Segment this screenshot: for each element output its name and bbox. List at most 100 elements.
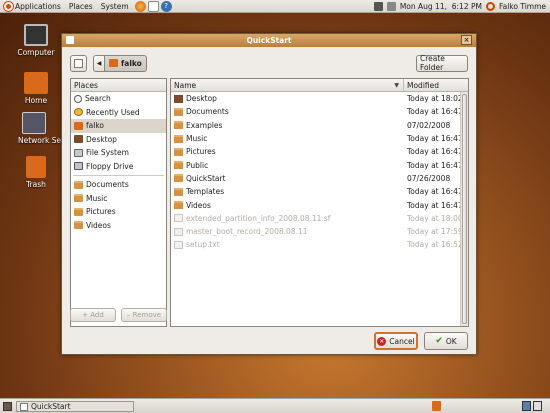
file-row[interactable]: Desktop Today at 18:02 <box>171 92 468 105</box>
column-header-modified[interactable]: Modified <box>404 81 439 90</box>
file-row[interactable]: Documents Today at 16:47 <box>171 105 468 118</box>
system-tray: Mon Aug 11, 6:12 PM Falko Timme <box>373 1 550 11</box>
trash-applet-icon[interactable] <box>432 401 441 411</box>
file-row[interactable]: extended_partition_info_2008.08.11.sf Tod… <box>171 212 468 225</box>
file-name: Videos <box>171 201 404 210</box>
file-modified: 07/26/2008 <box>407 173 451 183</box>
create-folder-button[interactable]: Create Folder <box>416 54 468 72</box>
file-list-pane: Name ▼ Modified Desktop Today at 18:02 Doc… <box>170 78 469 327</box>
place-floppy-drive[interactable]: Floppy Drive <box>71 160 166 174</box>
file-modified: Today at 18:00 <box>407 213 463 223</box>
file-row[interactable]: Templates Today at 16:47 <box>171 185 468 198</box>
path-scroll-left-button[interactable]: ◀ <box>93 54 105 72</box>
folder-icon <box>174 201 183 210</box>
home-icon <box>109 59 118 67</box>
folder-icon <box>74 180 83 189</box>
file-row[interactable]: QuickStart 07/26/2008 <box>171 172 468 185</box>
desktop-icon-computer[interactable]: Computer <box>14 24 58 57</box>
file-row[interactable]: Pictures Today at 16:47 <box>171 145 468 158</box>
file-modified: Today at 16:47 <box>407 147 463 157</box>
file-row[interactable]: Public Today at 16:47 <box>171 158 468 171</box>
file-name: Pictures <box>171 147 404 156</box>
system-menu[interactable]: System <box>97 2 133 11</box>
file-modified: Today at 16:47 <box>407 107 463 117</box>
file-modified: Today at 17:59 <box>407 227 463 237</box>
add-bookmark-button[interactable]: + Add <box>70 308 116 322</box>
dialog-titlebar[interactable]: QuickStart × <box>62 34 476 47</box>
document-icon <box>174 240 183 249</box>
folder-icon <box>74 194 83 203</box>
scrollbar-thumb[interactable] <box>462 94 467 324</box>
show-desktop-icon[interactable] <box>3 402 12 411</box>
workspace-2[interactable] <box>533 401 542 411</box>
places-separator <box>73 175 164 176</box>
bookmark-item[interactable]: Documents <box>71 178 166 192</box>
file-modified: Today at 16:47 <box>407 134 463 144</box>
column-header-name[interactable]: Name ▼ <box>171 79 404 91</box>
folder-icon <box>174 107 183 116</box>
mail-icon[interactable] <box>147 0 159 12</box>
floppy-icon <box>74 162 83 171</box>
file-row[interactable]: Examples 07/02/2008 <box>171 119 468 132</box>
dialog-buttons: ✕ Cancel ✔ OK <box>374 332 468 350</box>
desktop-icon <box>174 94 183 103</box>
workspace-1[interactable] <box>522 401 531 411</box>
cancel-icon: ✕ <box>377 336 387 346</box>
desktop-icon-home[interactable]: Home <box>14 72 58 105</box>
type-location-button[interactable] <box>70 54 87 72</box>
search-icon <box>74 94 82 103</box>
cancel-button[interactable]: ✕ Cancel <box>374 332 418 350</box>
folder-icon <box>174 121 183 130</box>
file-rows: Desktop Today at 18:02 Documents Today at 1… <box>171 92 468 252</box>
folder-icon <box>74 207 83 216</box>
file-modified: 07/02/2008 <box>407 120 451 130</box>
recent-icon <box>74 108 83 117</box>
place-desktop[interactable]: Desktop <box>71 133 166 147</box>
firefox-icon[interactable] <box>134 0 146 12</box>
place-home[interactable]: falko <box>71 119 166 133</box>
file-row[interactable]: Music Today at 16:47 <box>171 132 468 145</box>
network-status-icon[interactable] <box>373 1 383 11</box>
close-button[interactable]: × <box>461 35 472 45</box>
file-name: Templates <box>171 187 404 196</box>
path-bar: ◀ falko <box>93 54 147 72</box>
folder-icon <box>174 134 183 143</box>
place-file-system[interactable]: File System <box>71 146 166 160</box>
applications-menu[interactable]: Applications <box>0 1 65 11</box>
bookmark-item[interactable]: Videos <box>71 219 166 233</box>
places-header[interactable]: Places <box>71 79 166 92</box>
file-modified: Today at 18:02 <box>407 94 463 104</box>
clock[interactable]: Mon Aug 11, 6:12 PM <box>400 2 482 11</box>
bookmark-item[interactable]: Pictures <box>71 205 166 219</box>
network-icon <box>22 112 46 134</box>
folder-icon <box>174 187 183 196</box>
taskbar-item-quickstart[interactable]: QuickStart <box>16 401 134 412</box>
place-recently-used[interactable]: Recently Used <box>71 106 166 120</box>
desktop-icon-trash[interactable]: Trash <box>14 156 58 189</box>
power-icon[interactable] <box>485 1 495 11</box>
window-icon <box>20 402 28 411</box>
vertical-scrollbar[interactable] <box>460 92 468 326</box>
ok-button[interactable]: ✔ OK <box>424 332 468 350</box>
places-menu[interactable]: Places <box>65 2 97 11</box>
window-menu-icon[interactable] <box>66 36 74 44</box>
file-name: Desktop <box>171 94 404 103</box>
file-list-header: Name ▼ Modified <box>171 79 468 92</box>
desktop-icon <box>74 135 83 144</box>
path-button-home[interactable]: falko <box>105 54 147 72</box>
place-search[interactable]: Search <box>71 92 166 106</box>
file-row[interactable]: setup.txt Today at 16:52 <box>171 238 468 251</box>
file-row[interactable]: Videos Today at 16:47 <box>171 198 468 211</box>
file-name: Documents <box>171 107 404 116</box>
file-row[interactable]: master_boot_record_2008.08.11 Today at 17… <box>171 225 468 238</box>
computer-icon <box>24 24 48 46</box>
chevron-left-icon: ◀ <box>96 59 102 67</box>
file-name: master_boot_record_2008.08.11 <box>171 227 404 236</box>
bottom-panel: QuickStart <box>0 398 550 413</box>
volume-icon[interactable] <box>386 1 396 11</box>
user-name[interactable]: Falko Timme <box>499 2 546 11</box>
checkmark-icon: ✔ <box>435 336 443 346</box>
bookmark-item[interactable]: Music <box>71 192 166 206</box>
help-icon[interactable]: ? <box>160 0 172 12</box>
remove-bookmark-button[interactable]: – Remove <box>121 308 167 322</box>
